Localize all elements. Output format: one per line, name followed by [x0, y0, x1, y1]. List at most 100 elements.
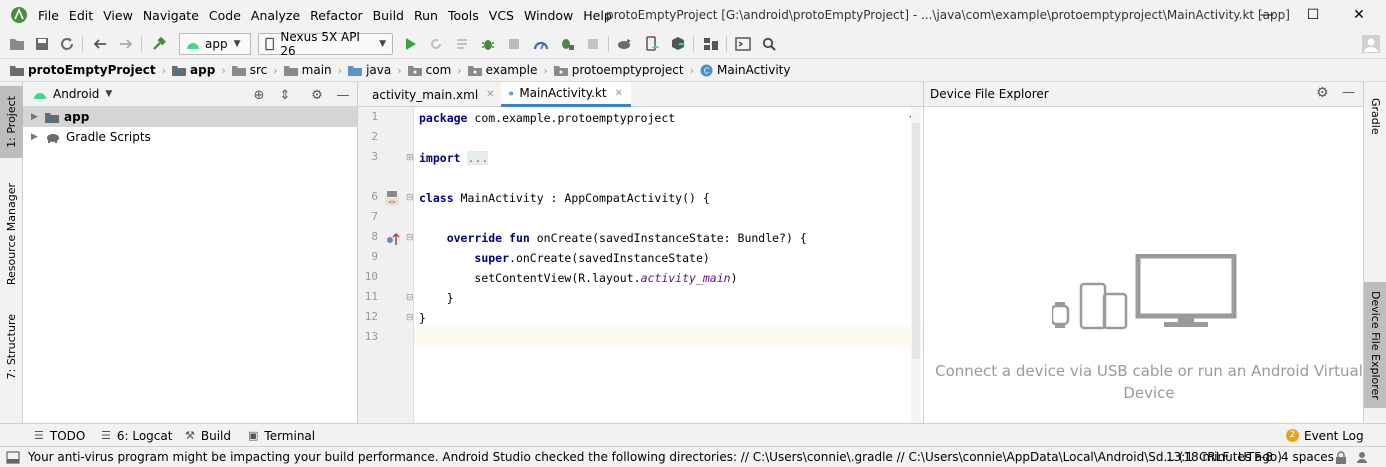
- hide-panel-icon[interactable]: —: [1342, 85, 1355, 100]
- panel-toggle-icon[interactable]: [6, 451, 20, 464]
- maximize-button[interactable]: ☐: [1290, 0, 1336, 30]
- code-area[interactable]: package com.example.protoemptyproject im…: [415, 107, 911, 423]
- tool-todo[interactable]: ☰ TODO: [34, 424, 85, 447]
- kotlin-class-icon: C: [509, 91, 514, 95]
- menu-analyze[interactable]: Analyze: [251, 8, 300, 23]
- open-folder-icon[interactable]: [6, 33, 28, 55]
- profiler-icon[interactable]: [530, 33, 552, 55]
- save-all-icon[interactable]: [31, 33, 53, 55]
- tree-item-gradle-scripts[interactable]: ▶ Gradle Scripts: [23, 127, 357, 147]
- line-number: 3: [371, 150, 378, 163]
- apply-code-changes-icon[interactable]: [451, 33, 473, 55]
- menu-vcs[interactable]: VCS: [489, 8, 514, 23]
- expand-arrow-icon[interactable]: ▶: [31, 112, 45, 122]
- terminal-window-icon[interactable]: [732, 33, 754, 55]
- fold-icon[interactable]: ⊟: [406, 233, 414, 243]
- gear-icon[interactable]: ⚙: [308, 86, 326, 104]
- breadcrumb-project[interactable]: protoEmptyProject: [10, 63, 156, 77]
- tool-build[interactable]: ⚒ Build: [185, 424, 231, 447]
- make-project-hammer-icon[interactable]: [148, 33, 170, 55]
- breadcrumb-example[interactable]: example: [467, 63, 537, 77]
- indent-setting[interactable]: 4 spaces: [1281, 447, 1334, 467]
- menu-edit[interactable]: Edit: [69, 8, 93, 23]
- collapse-all-icon[interactable]: ⇕: [276, 86, 294, 104]
- tab-structure[interactable]: 7: Structure: [0, 312, 23, 382]
- sdk-manager-icon[interactable]: [667, 33, 689, 55]
- tool-event-log[interactable]: 2 Event Log: [1286, 424, 1364, 447]
- user-avatar-icon[interactable]: [1360, 33, 1382, 55]
- menu-view[interactable]: View: [103, 8, 133, 23]
- close-window-button[interactable]: ✕: [1336, 0, 1382, 30]
- tool-terminal[interactable]: ▣ Terminal: [248, 424, 315, 447]
- menu-run[interactable]: Run: [414, 8, 438, 23]
- close-tab-icon[interactable]: ✕: [615, 88, 623, 99]
- editor-scrollbar[interactable]: [911, 107, 921, 423]
- layout-preview-icon[interactable]: <>: [385, 191, 399, 205]
- fold-icon[interactable]: ⊞: [406, 153, 414, 163]
- run-config-select[interactable]: app ▼: [179, 33, 251, 55]
- avd-manager-icon[interactable]: [641, 33, 663, 55]
- menu-build[interactable]: Build: [373, 8, 404, 23]
- search-icon[interactable]: [758, 33, 780, 55]
- device-select[interactable]: Nexus 5X API 26 ▼: [258, 30, 393, 58]
- breadcrumb-com[interactable]: com: [407, 63, 451, 77]
- menu-file[interactable]: File: [38, 8, 59, 23]
- project-view-select[interactable]: Android: [53, 87, 99, 101]
- hide-panel-icon[interactable]: —: [334, 86, 352, 104]
- phone-icon: [265, 37, 275, 51]
- inspector-icon[interactable]: [1355, 450, 1369, 464]
- tree-item-app[interactable]: ▶ app: [23, 107, 357, 127]
- forward-arrow-icon[interactable]: [115, 33, 137, 55]
- menu-navigate[interactable]: Navigate: [143, 8, 199, 23]
- fold-icon[interactable]: ⊟: [406, 313, 414, 323]
- breadcrumb-app[interactable]: app: [172, 63, 215, 77]
- hammer-icon: ⚒: [185, 429, 195, 442]
- tool-logcat[interactable]: ☰ 6: Logcat: [101, 424, 172, 447]
- breadcrumb-protoemptyproject[interactable]: protoemptyproject: [553, 63, 684, 77]
- tab-resource-manager[interactable]: Resource Manager: [0, 178, 23, 290]
- run-with-coverage-icon[interactable]: [503, 33, 525, 55]
- tab-mainactivity-kt[interactable]: C MainActivity.kt ✕: [501, 82, 631, 107]
- fold-icon[interactable]: ⊟: [406, 293, 414, 303]
- line-number: 13: [364, 330, 378, 343]
- sync-icon[interactable]: [56, 33, 78, 55]
- chevron-down-icon[interactable]: ▼: [105, 89, 112, 99]
- debug-bug-icon[interactable]: [477, 33, 499, 55]
- folded-imports[interactable]: ...: [467, 151, 489, 165]
- menu-tools[interactable]: Tools: [448, 8, 479, 23]
- line-number: 6: [371, 190, 378, 203]
- code-line: class MainActivity : AppCompatActivity()…: [419, 191, 710, 205]
- expand-arrow-icon[interactable]: ▶: [31, 132, 45, 142]
- breadcrumb-java[interactable]: java: [348, 63, 391, 77]
- project-structure-icon[interactable]: [700, 33, 722, 55]
- menu-refactor[interactable]: Refactor: [310, 8, 362, 23]
- line-separator[interactable]: CRLF: [1199, 447, 1229, 467]
- menu-code[interactable]: Code: [209, 8, 241, 23]
- locate-crosshair-icon[interactable]: ⊕: [250, 86, 268, 104]
- lock-icon[interactable]: [1335, 451, 1347, 464]
- stop-icon[interactable]: [582, 33, 604, 55]
- run-icon[interactable]: [400, 33, 422, 55]
- line-number: 8: [371, 230, 378, 243]
- tab-gradle[interactable]: Gradle: [1364, 86, 1386, 146]
- gear-icon[interactable]: ⚙: [1316, 85, 1329, 101]
- sync-gradle-icon[interactable]: [614, 33, 636, 55]
- caret-position[interactable]: 13:1: [1166, 447, 1193, 467]
- breadcrumb-mainactivity[interactable]: C MainActivity: [700, 63, 791, 77]
- fold-icon[interactable]: ⊟: [406, 193, 414, 203]
- breadcrumb-src[interactable]: src: [231, 63, 267, 77]
- close-tab-icon[interactable]: ✕: [486, 89, 494, 100]
- minimize-button[interactable]: —: [1244, 0, 1290, 30]
- apply-changes-icon[interactable]: [425, 33, 447, 55]
- override-marker-icon[interactable]: [386, 232, 400, 246]
- line-number: 12: [364, 310, 378, 323]
- status-message[interactable]: Your anti-virus program might be impacti…: [28, 447, 1282, 467]
- attach-debugger-icon[interactable]: [556, 33, 578, 55]
- tab-project[interactable]: 1: Project: [0, 86, 23, 158]
- back-arrow-icon[interactable]: [89, 33, 111, 55]
- tab-device-file-explorer[interactable]: Device File Explorer: [1364, 282, 1386, 408]
- tab-activity-main-xml[interactable]: <> activity_main.xml ✕: [358, 82, 500, 107]
- menu-window[interactable]: Window: [524, 8, 573, 23]
- breadcrumb-main[interactable]: main: [283, 63, 332, 77]
- file-encoding[interactable]: UTF-8: [1238, 447, 1273, 467]
